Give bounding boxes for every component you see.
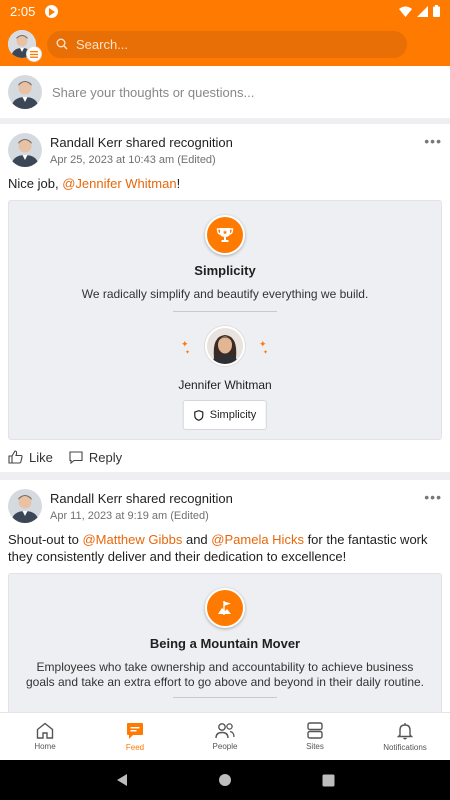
mountain-mover-icon	[205, 588, 245, 628]
post-action: shared recognition	[125, 491, 233, 506]
back-icon[interactable]	[115, 773, 129, 787]
post-text: Shout-out to	[8, 532, 83, 547]
sparkle-icon: ✦	[185, 350, 191, 356]
home-icon	[36, 722, 54, 739]
shield-icon	[194, 409, 204, 421]
value-title: Being a Mountain Mover	[149, 636, 301, 651]
people-icon	[215, 723, 235, 739]
divider	[173, 697, 277, 698]
status-bar: 2:05	[0, 0, 450, 22]
battery-icon	[433, 5, 440, 17]
signal-icon	[417, 5, 428, 17]
feed-post: Randall Kerr shared recognition Apr 11, …	[0, 480, 450, 712]
nav-home[interactable]: Home	[0, 713, 90, 760]
like-button[interactable]: Like	[8, 450, 53, 465]
value-description: We radically simplify and beautify every…	[81, 287, 369, 301]
search-input[interactable]: Search...	[47, 30, 407, 58]
feed-icon	[127, 722, 143, 739]
recents-icon[interactable]	[322, 774, 335, 787]
nav-feed[interactable]: Feed	[90, 713, 180, 760]
system-navigation-bar	[0, 760, 450, 800]
mention-link[interactable]: @Pamela Hicks	[211, 532, 304, 547]
post-date[interactable]: Apr 11, 2023 at 9:19 am (Edited)	[50, 510, 233, 522]
reply-label: Reply	[88, 449, 123, 465]
post-actions: Like Reply	[0, 440, 450, 474]
post-body: Nice job, @Jennifer Whitman!	[0, 167, 450, 192]
avatar	[8, 75, 42, 109]
sparkle-icon: ✦	[263, 350, 269, 356]
menu-icon	[26, 46, 42, 62]
author-name[interactable]: Randall Kerr	[50, 491, 122, 506]
nav-people[interactable]: People	[180, 713, 270, 760]
nav-sites[interactable]: Sites	[270, 713, 360, 760]
author-avatar[interactable]	[8, 133, 42, 167]
more-options-icon[interactable]: •••	[424, 133, 442, 149]
more-options-icon[interactable]: •••	[424, 489, 442, 505]
mention-link[interactable]: @Jennifer Whitman	[62, 176, 176, 191]
like-label: Like	[29, 449, 53, 465]
bottom-navigation: Home Feed People Sites Notifications	[0, 712, 450, 760]
value-chip[interactable]: Simplicity	[182, 400, 268, 430]
nav-notifications[interactable]: Notifications	[360, 713, 450, 760]
value-chip-label: Simplicity	[209, 409, 257, 421]
divider	[173, 311, 277, 312]
post-body: Shout-out to @Matthew Gibbs and @Pamela …	[0, 523, 450, 565]
nav-label: People	[212, 742, 238, 751]
home-circle-icon[interactable]	[218, 773, 232, 787]
value-title: Simplicity	[194, 263, 256, 278]
mention-link[interactable]: @Matthew Gibbs	[82, 532, 182, 547]
wifi-icon	[399, 6, 412, 17]
post-composer[interactable]: Share your thoughts or questions...	[0, 66, 450, 118]
trophy-icon	[205, 215, 245, 255]
value-description: Employees who take ownership and account…	[25, 660, 425, 689]
post-text: !	[176, 176, 181, 191]
recipient-avatar[interactable]	[205, 326, 245, 366]
post-text: and	[182, 532, 212, 547]
author-name[interactable]: Randall Kerr	[50, 135, 122, 150]
bell-icon	[397, 722, 413, 739]
post-action: shared recognition	[125, 135, 233, 150]
status-time: 2:05	[10, 3, 36, 19]
media-notification-icon	[45, 4, 59, 18]
post-date[interactable]: Apr 25, 2023 at 10:43 am (Edited)	[50, 154, 233, 166]
recognition-card[interactable]: Simplicity We radically simplify and bea…	[8, 200, 442, 440]
thumbs-up-icon	[8, 450, 23, 464]
sites-icon	[307, 722, 323, 739]
nav-label: Notifications	[383, 742, 427, 752]
nav-label: Sites	[306, 742, 324, 751]
author-avatar[interactable]	[8, 489, 42, 523]
top-app-bar: Search...	[0, 22, 450, 66]
reply-button[interactable]: Reply	[69, 450, 122, 465]
profile-menu-avatar[interactable]	[8, 30, 42, 62]
recipient-name[interactable]: Jennifer Whitman	[9, 378, 441, 392]
search-placeholder: Search...	[76, 36, 129, 52]
post-text: Nice job,	[8, 176, 63, 191]
search-icon	[56, 38, 68, 50]
nav-label: Feed	[125, 742, 145, 752]
nav-label: Home	[34, 742, 56, 751]
feed-post: Randall Kerr shared recognition Apr 25, …	[0, 124, 450, 472]
composer-placeholder: Share your thoughts or questions...	[52, 84, 255, 100]
recognition-card[interactable]: Being a Mountain Mover Employees who tak…	[8, 573, 442, 712]
comment-icon	[69, 450, 83, 464]
